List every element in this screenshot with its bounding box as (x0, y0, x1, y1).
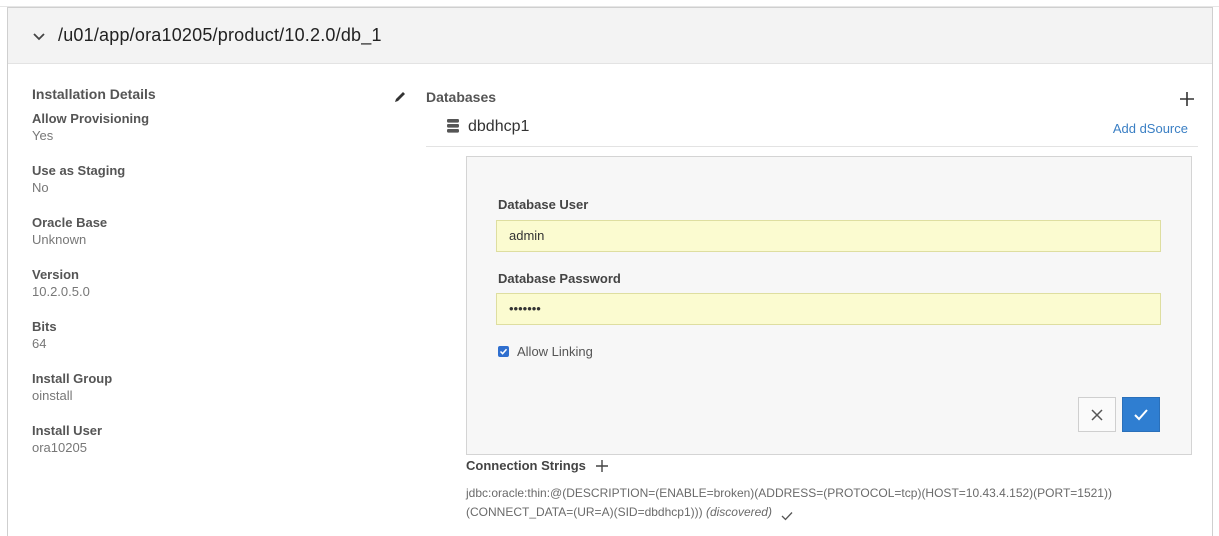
field-value: 10.2.0.5.0 (32, 284, 90, 299)
confirm-button[interactable] (1122, 397, 1160, 432)
environment-panel: /u01/app/ora10205/product/10.2.0/db_1 In… (7, 7, 1213, 536)
field-version: Version 10.2.0.5.0 (32, 267, 402, 301)
field-use-as-staging: Use as Staging No (32, 163, 402, 197)
section-title-databases: Databases (426, 89, 497, 105)
field-label: Oracle Base (32, 215, 108, 230)
field-value: No (32, 180, 49, 195)
allow-linking-checkbox-row[interactable]: Allow Linking (498, 344, 593, 359)
field-label: Install User (32, 423, 103, 438)
add-connection-plus-icon[interactable] (595, 459, 609, 473)
field-label: Use as Staging (32, 163, 126, 178)
connection-string-line-2-row: (CONNECT_DATA=(UR=A)(SID=dbdhcp1))) (dis… (466, 503, 1206, 522)
allow-linking-label: Allow Linking (517, 344, 593, 359)
field-label: Bits (32, 319, 57, 334)
close-icon (1091, 408, 1103, 421)
connection-strings-title: Connection Strings (466, 458, 586, 473)
add-database-plus-icon[interactable] (1178, 90, 1196, 108)
field-bits: Bits 64 (32, 319, 402, 353)
field-value: Unknown (32, 232, 87, 247)
panel-header[interactable]: /u01/app/ora10205/product/10.2.0/db_1 (8, 8, 1212, 64)
field-label: Install Group (32, 371, 113, 386)
database-user-label: Database User (498, 197, 589, 212)
connection-string-line-1: jdbc:oracle:thin:@(DESCRIPTION=(ENABLE=b… (466, 486, 1112, 500)
field-install-group: Install Group oinstall (32, 371, 402, 405)
chevron-down-icon[interactable] (30, 27, 48, 45)
field-allow-provisioning: Allow Provisioning Yes (32, 111, 402, 145)
field-install-user: Install User ora10205 (32, 423, 402, 457)
field-label: Version (32, 267, 79, 282)
field-label: Allow Provisioning (32, 111, 150, 126)
field-value: ora10205 (32, 440, 87, 455)
connection-status: (discovered) (705, 505, 772, 519)
database-icon (445, 118, 461, 136)
database-password-input[interactable]: ••••••• (496, 293, 1161, 325)
database-name: dbdhcp1 (468, 118, 530, 135)
database-password-label: Database Password (498, 271, 621, 286)
field-value: 64 (32, 336, 47, 351)
install-path: /u01/app/ora10205/product/10.2.0/db_1 (58, 25, 382, 45)
add-dsource-link[interactable]: Add dSource (1113, 121, 1188, 136)
checkmark-icon (1134, 408, 1148, 420)
checkmark-icon (781, 508, 793, 521)
divider (426, 146, 1198, 147)
installation-details: Installation Details Allow Provisioning … (32, 86, 402, 475)
allow-linking-checkbox[interactable] (498, 346, 509, 357)
top-strip (0, 0, 1219, 7)
field-oracle-base: Oracle Base Unknown (32, 215, 402, 249)
database-credentials-form: Database User admin Database Password ••… (466, 156, 1192, 455)
cancel-button[interactable] (1078, 397, 1116, 432)
connection-string: jdbc:oracle:thin:@(DESCRIPTION=(ENABLE=b… (466, 484, 1206, 522)
field-value: oinstall (32, 388, 73, 403)
section-title-installation: Installation Details (32, 86, 156, 102)
database-user-input[interactable]: admin (496, 220, 1161, 252)
connection-strings-header: Connection Strings (466, 458, 609, 473)
database-row[interactable]: dbdhcp1 (445, 118, 529, 136)
pencil-icon[interactable] (393, 90, 407, 104)
connection-string-line-2: (CONNECT_DATA=(UR=A)(SID=dbdhcp1))) (466, 505, 703, 519)
field-value: Yes (32, 128, 54, 143)
